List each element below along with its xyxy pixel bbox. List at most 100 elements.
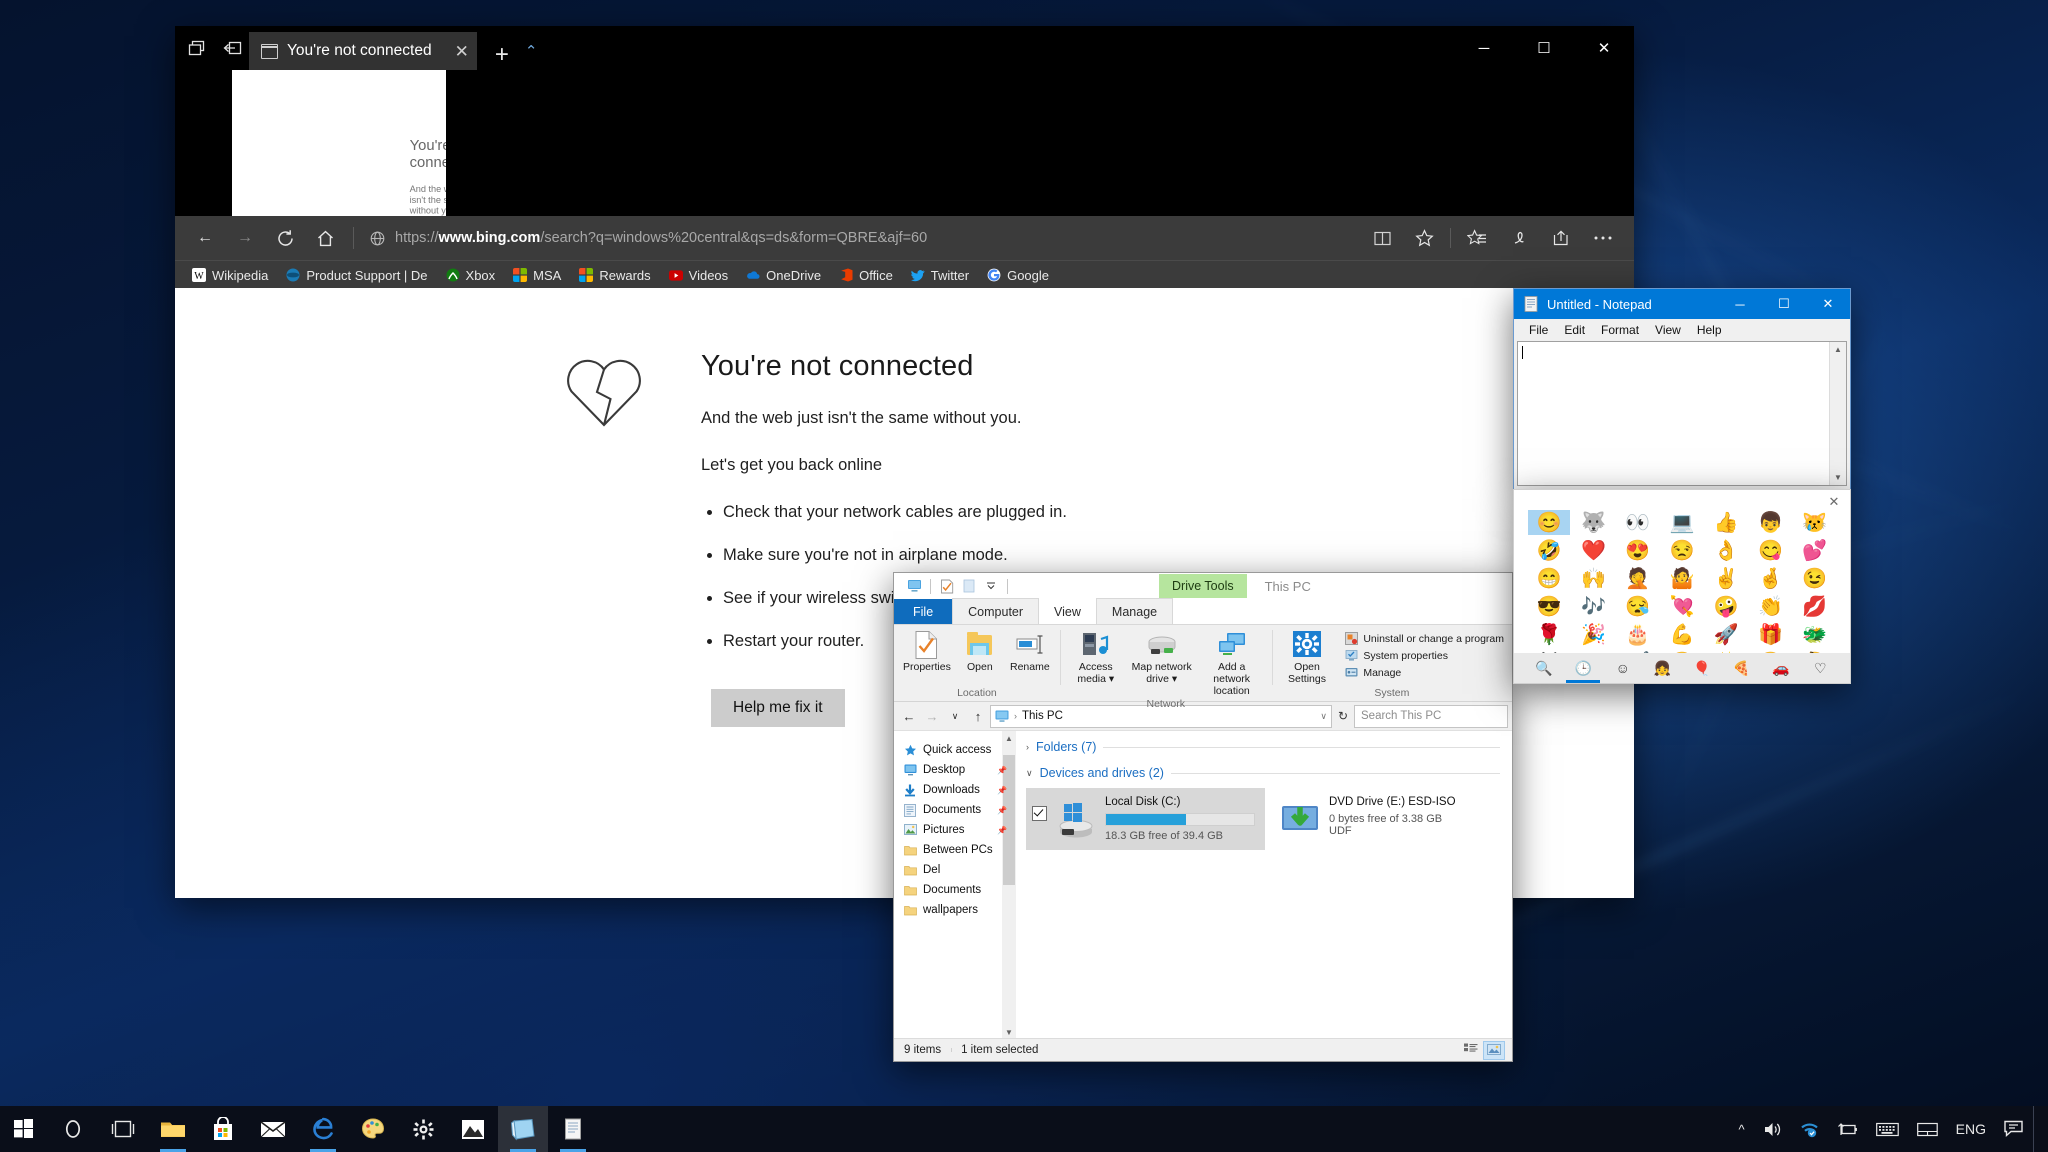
- file-explorer-window[interactable]: Drive Tools This PC File Computer View Mana…: [893, 572, 1513, 1062]
- add-favorite-star-icon[interactable]: [1403, 218, 1445, 258]
- scroll-down-arrow-icon[interactable]: ▼: [1002, 1025, 1016, 1039]
- ribbon-tab-computer[interactable]: Computer: [952, 598, 1040, 624]
- back-button[interactable]: ←: [185, 218, 225, 258]
- emoji-cell[interactable]: 😍: [1617, 538, 1659, 563]
- content-pane[interactable]: › Folders (7) ∨ Devices and drives (2) L…: [1016, 731, 1512, 1039]
- open-settings-button[interactable]: Open Settings: [1278, 629, 1337, 687]
- symbols-heart-icon[interactable]: ♡: [1807, 655, 1833, 681]
- favorite-link[interactable]: Google: [978, 261, 1058, 289]
- emoji-cell[interactable]: 🐺: [1572, 510, 1614, 535]
- favorite-link[interactable]: Twitter: [902, 261, 978, 289]
- favorite-link[interactable]: Product Support | De: [277, 261, 436, 289]
- emoji-cell[interactable]: 💪: [1661, 622, 1703, 647]
- explorer-refresh-icon[interactable]: ↻: [1333, 705, 1353, 727]
- favorite-link[interactable]: OneDrive: [737, 261, 830, 289]
- maximize-button[interactable]: ☐: [1514, 26, 1574, 70]
- emoji-cell[interactable]: 🎂: [1617, 622, 1659, 647]
- group-header-devices[interactable]: ∨ Devices and drives (2): [1026, 766, 1512, 780]
- emoji-cell[interactable]: 💋: [1794, 594, 1836, 619]
- system-properties-item[interactable]: System properties: [1343, 648, 1506, 663]
- show-desktop-button[interactable]: [2033, 1106, 2042, 1152]
- pin-icon[interactable]: 📌: [997, 806, 1007, 815]
- emoji-cell[interactable]: 🎉: [1572, 622, 1614, 647]
- touch-keyboard-icon[interactable]: [1867, 1106, 1908, 1152]
- favorite-link[interactable]: Videos: [660, 261, 738, 289]
- address-bar[interactable]: https://www.bing.com/search?q=windows%20…: [362, 222, 1361, 254]
- mail-button[interactable]: [248, 1106, 298, 1152]
- menu-item-view[interactable]: View: [1647, 323, 1689, 337]
- people-icon[interactable]: 👧: [1649, 655, 1675, 681]
- nav-tree-item[interactable]: Documents 📌: [894, 800, 1016, 820]
- emoji-cell[interactable]: 👌: [1705, 538, 1747, 563]
- microsoft-edge-button[interactable]: [298, 1106, 348, 1152]
- breadcrumb-this-pc[interactable]: This PC: [1022, 710, 1063, 722]
- touchpad-icon[interactable]: [1908, 1106, 1947, 1152]
- nav-tree-item[interactable]: wallpapers: [894, 900, 1016, 920]
- chevron-right-icon[interactable]: ›: [1026, 742, 1029, 752]
- ribbon-tab-file[interactable]: File: [894, 599, 953, 624]
- up-one-level-button[interactable]: ↑: [967, 705, 989, 727]
- battery-icon[interactable]: [1828, 1106, 1867, 1152]
- emoji-cell[interactable]: 🤞: [1749, 566, 1791, 591]
- explorer-forward-button[interactable]: →: [921, 705, 943, 727]
- chevron-up-icon[interactable]: ⌃: [525, 42, 538, 60]
- emoji-cell[interactable]: 🐲: [1794, 622, 1836, 647]
- customize-qat-chevron-icon[interactable]: [980, 575, 1002, 597]
- notepad-textarea[interactable]: [1518, 342, 1829, 485]
- pin-icon[interactable]: 📌: [997, 826, 1007, 835]
- nav-tree-item[interactable]: Quick access: [894, 740, 1016, 760]
- emoji-cell[interactable]: 💻: [1661, 510, 1703, 535]
- open-button[interactable]: Open: [956, 629, 1004, 675]
- reading-view-icon[interactable]: [1361, 218, 1403, 258]
- nav-tree-item[interactable]: Downloads 📌: [894, 780, 1016, 800]
- emoji-cell[interactable]: 😉: [1794, 566, 1836, 591]
- favorite-link[interactable]: W Wikipedia: [183, 261, 277, 289]
- menu-item-file[interactable]: File: [1521, 323, 1556, 337]
- manage-item[interactable]: Manage: [1343, 665, 1506, 680]
- recent-clock-icon[interactable]: 🕒: [1566, 655, 1601, 683]
- favorite-link[interactable]: Rewards: [570, 261, 659, 289]
- map-network-drive-button[interactable]: Map network drive ▾: [1128, 629, 1196, 687]
- properties-icon[interactable]: [936, 575, 958, 597]
- emoji-cell[interactable]: 🎶: [1572, 594, 1614, 619]
- drive-item[interactable]: DVD Drive (E:) ESD-ISO 0 bytes free of 3…: [1273, 788, 1512, 850]
- refresh-icon[interactable]: [265, 218, 305, 258]
- notepad-window[interactable]: Untitled - Notepad ─ ☐ ✕ File Edit Format V…: [1513, 288, 1851, 490]
- emoji-cell[interactable]: ✌️: [1705, 566, 1747, 591]
- notepad-editor[interactable]: ▲ ▼: [1517, 341, 1847, 486]
- more-settings-icon[interactable]: [1582, 218, 1624, 258]
- emoji-cell[interactable]: 😿: [1794, 510, 1836, 535]
- hub-favorites-icon[interactable]: [1456, 218, 1498, 258]
- details-view-icon[interactable]: [1461, 1041, 1481, 1058]
- drive-checkbox[interactable]: [1032, 806, 1047, 821]
- nav-tree-item[interactable]: Documents: [894, 880, 1016, 900]
- nav-tree-item[interactable]: Del: [894, 860, 1016, 880]
- search-input[interactable]: Search This PC: [1354, 704, 1508, 728]
- smileys-icon[interactable]: ☺: [1610, 655, 1636, 681]
- emoji-cell[interactable]: 🎁: [1749, 622, 1791, 647]
- chevron-down-icon[interactable]: ∨: [1026, 768, 1033, 779]
- address-dropdown-icon[interactable]: ∨: [1320, 711, 1327, 722]
- emoji-cell[interactable]: 🤦: [1617, 566, 1659, 591]
- explorer-back-button[interactable]: ←: [898, 705, 920, 727]
- notepad-scrollbar[interactable]: ▲ ▼: [1829, 342, 1846, 485]
- emoji-cell[interactable]: 😒: [1661, 538, 1703, 563]
- microsoft-store-button[interactable]: [198, 1106, 248, 1152]
- minimize-button[interactable]: ─: [1454, 26, 1514, 70]
- ribbon-tab-manage[interactable]: Manage: [1095, 598, 1174, 624]
- favorite-link[interactable]: MSA: [504, 261, 570, 289]
- emoji-cell[interactable]: 👍: [1705, 510, 1747, 535]
- favorite-link[interactable]: Office: [830, 261, 902, 289]
- show-hidden-icons-button[interactable]: ^: [1730, 1106, 1754, 1152]
- emoji-cell[interactable]: 💘: [1661, 594, 1703, 619]
- pin-icon[interactable]: 📌: [997, 766, 1007, 775]
- ribbon-tab-view[interactable]: View: [1039, 599, 1096, 624]
- forward-button[interactable]: →: [225, 218, 265, 258]
- emoji-picker-panel[interactable]: ✕ 😊🐺👀💻👍👦😿🤣❤️😍😒👌😋💕😁🙌🤦🤷✌️🤞😉😎🎶😪💘🤪👏💋🌹🎉🎂💪🚀🎁🐲🦊…: [1513, 489, 1851, 684]
- navigation-pane[interactable]: ▲ ▼ Quick access Desktop 📌 Downloads 📌 Docume…: [894, 731, 1016, 1039]
- help-me-fix-it-button[interactable]: Help me fix it: [711, 689, 845, 727]
- emoji-cell[interactable]: 😋: [1749, 538, 1791, 563]
- language-indicator[interactable]: ENG: [1947, 1106, 1995, 1152]
- settings-button[interactable]: [398, 1106, 448, 1152]
- network-icon[interactable]: [1791, 1106, 1828, 1152]
